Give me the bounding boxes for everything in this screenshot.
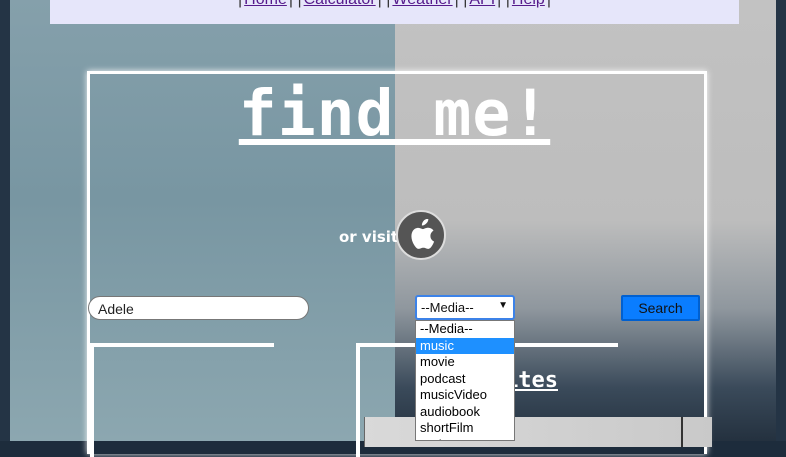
top-nav: |Home| |Calculator| |Weather| |API| |Hel… (50, 0, 739, 24)
media-option[interactable]: movie (416, 354, 514, 371)
media-option-selected[interactable]: music (416, 337, 514, 354)
media-option[interactable]: podcast (416, 371, 514, 388)
apple-icon (411, 219, 435, 249)
or-visit-label: or visit (339, 228, 399, 246)
nav-link-calculator[interactable]: Calculator (304, 0, 376, 8)
media-option[interactable]: --Media-- (416, 321, 514, 338)
media-option[interactable]: musicVideo (416, 387, 514, 404)
nav-link-home[interactable]: Home (244, 0, 287, 8)
nav-link-help[interactable]: Help (512, 0, 545, 8)
media-option[interactable]: audiobook (416, 404, 514, 421)
left-border (0, 0, 10, 441)
media-option[interactable]: tvShow (416, 437, 514, 441)
search-input[interactable]: Adele (88, 296, 309, 320)
media-option[interactable]: shortFilm (416, 420, 514, 437)
page-title: find me! (238, 77, 551, 150)
media-select-value: --Media-- (421, 300, 474, 315)
nav-link-api[interactable]: API (469, 0, 495, 8)
media-dropdown-list: --Media-- music movie podcast musicVideo… (415, 320, 515, 441)
right-border (776, 0, 786, 441)
search-button[interactable]: Search (621, 295, 700, 321)
nav-link-weather[interactable]: Weather (392, 0, 452, 8)
media-select[interactable]: --Media-- ▼ (415, 295, 515, 320)
results-box-left (90, 343, 274, 457)
thumbnail-divider (681, 417, 683, 447)
chevron-down-icon: ▼ (498, 300, 508, 311)
apple-link-button[interactable] (396, 210, 446, 260)
